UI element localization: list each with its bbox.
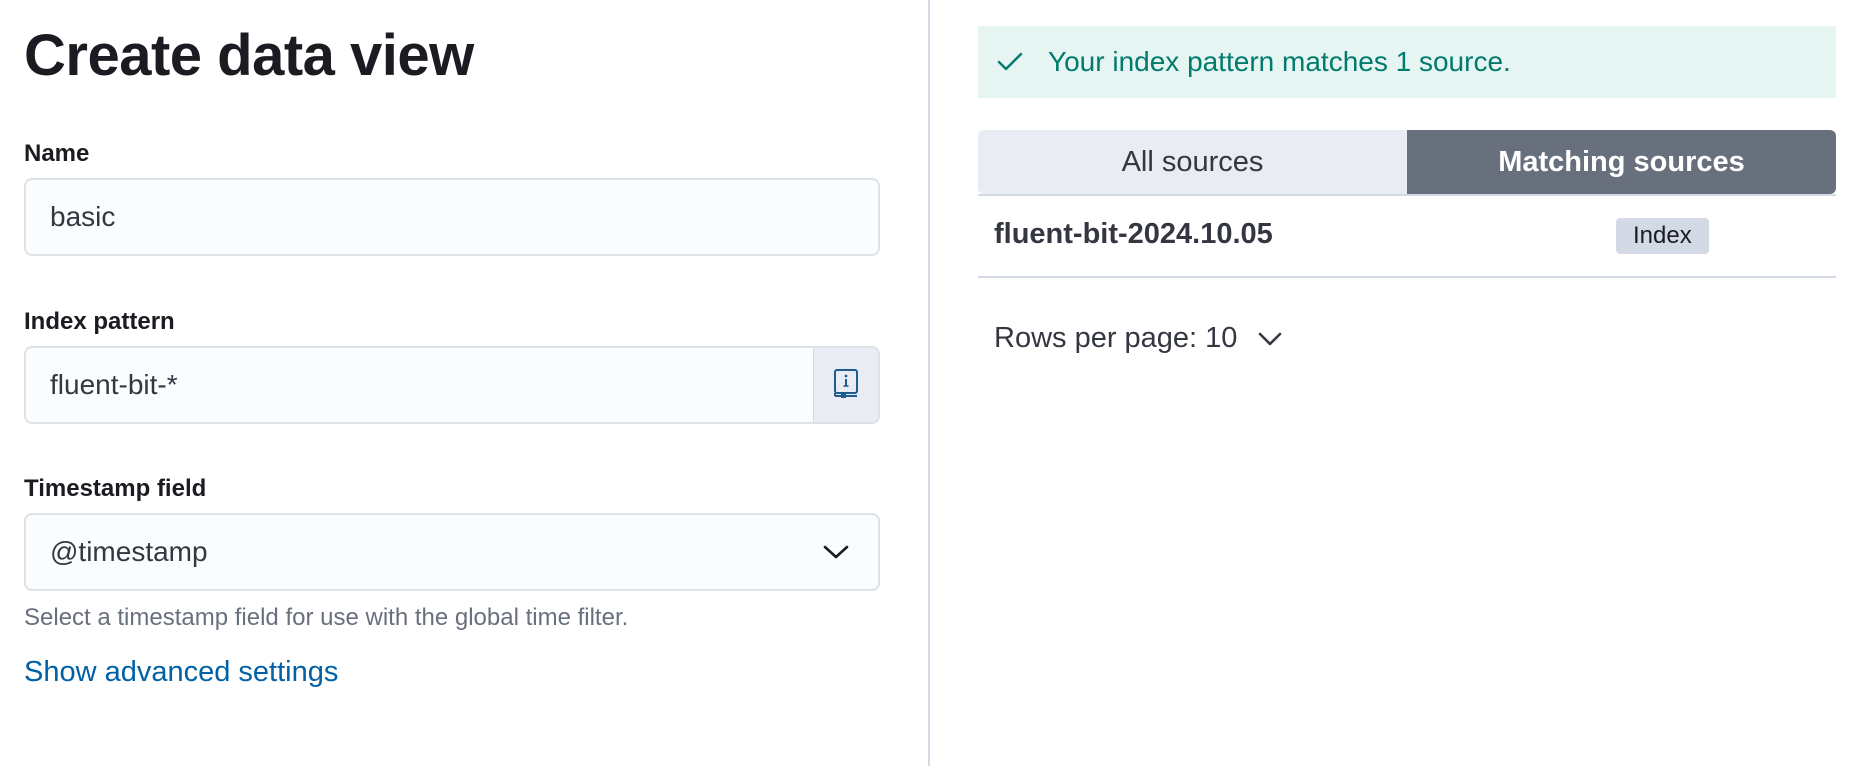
match-callout: Your index pattern matches 1 source. [978,26,1836,98]
timestamp-help-text: Select a timestamp field for use with th… [24,604,629,631]
source-name: fluent-bit-2024.10.05 [994,218,1273,250]
panel-divider [928,0,930,766]
name-field[interactable]: basic [24,178,880,256]
create-data-view-flyout: Create data view Name basic Index patter… [0,0,1862,766]
index-pattern-field[interactable]: fluent-bit-* [24,346,880,424]
preview-panel: Your index pattern matches 1 source. All… [978,0,1836,766]
source-type-badge: Index [1616,218,1709,254]
tab-matching-sources[interactable]: Matching sources [1407,130,1836,194]
page-title: Create data view [24,23,474,88]
show-advanced-settings-link[interactable]: Show advanced settings [24,656,338,689]
index-pattern-label: Index pattern [24,308,175,335]
sources-tabs: All sources Matching sources [978,130,1836,194]
check-icon [996,48,1024,76]
index-pattern-help-button[interactable] [813,348,878,422]
tab-all-sources[interactable]: All sources [978,130,1407,194]
chevron-down-icon[interactable] [816,532,856,572]
name-input[interactable]: basic [26,201,878,233]
rows-per-page-button[interactable]: Rows per page: 10 [994,322,1285,355]
form-panel: Create data view Name basic Index patter… [0,0,928,766]
callout-message: Your index pattern matches 1 source. [1048,46,1511,77]
timestamp-field-label: Timestamp field [24,475,207,502]
timestamp-select-value[interactable]: @timestamp [26,536,816,568]
timestamp-select[interactable]: @timestamp [24,513,880,591]
chevron-down-icon [1255,324,1285,354]
index-pattern-input[interactable]: fluent-bit-* [26,369,813,401]
name-label: Name [24,140,90,167]
book-info-icon [832,368,860,403]
table-row: fluent-bit-2024.10.05 Index [978,196,1836,278]
rows-per-page-label: Rows per page: 10 [994,322,1238,354]
